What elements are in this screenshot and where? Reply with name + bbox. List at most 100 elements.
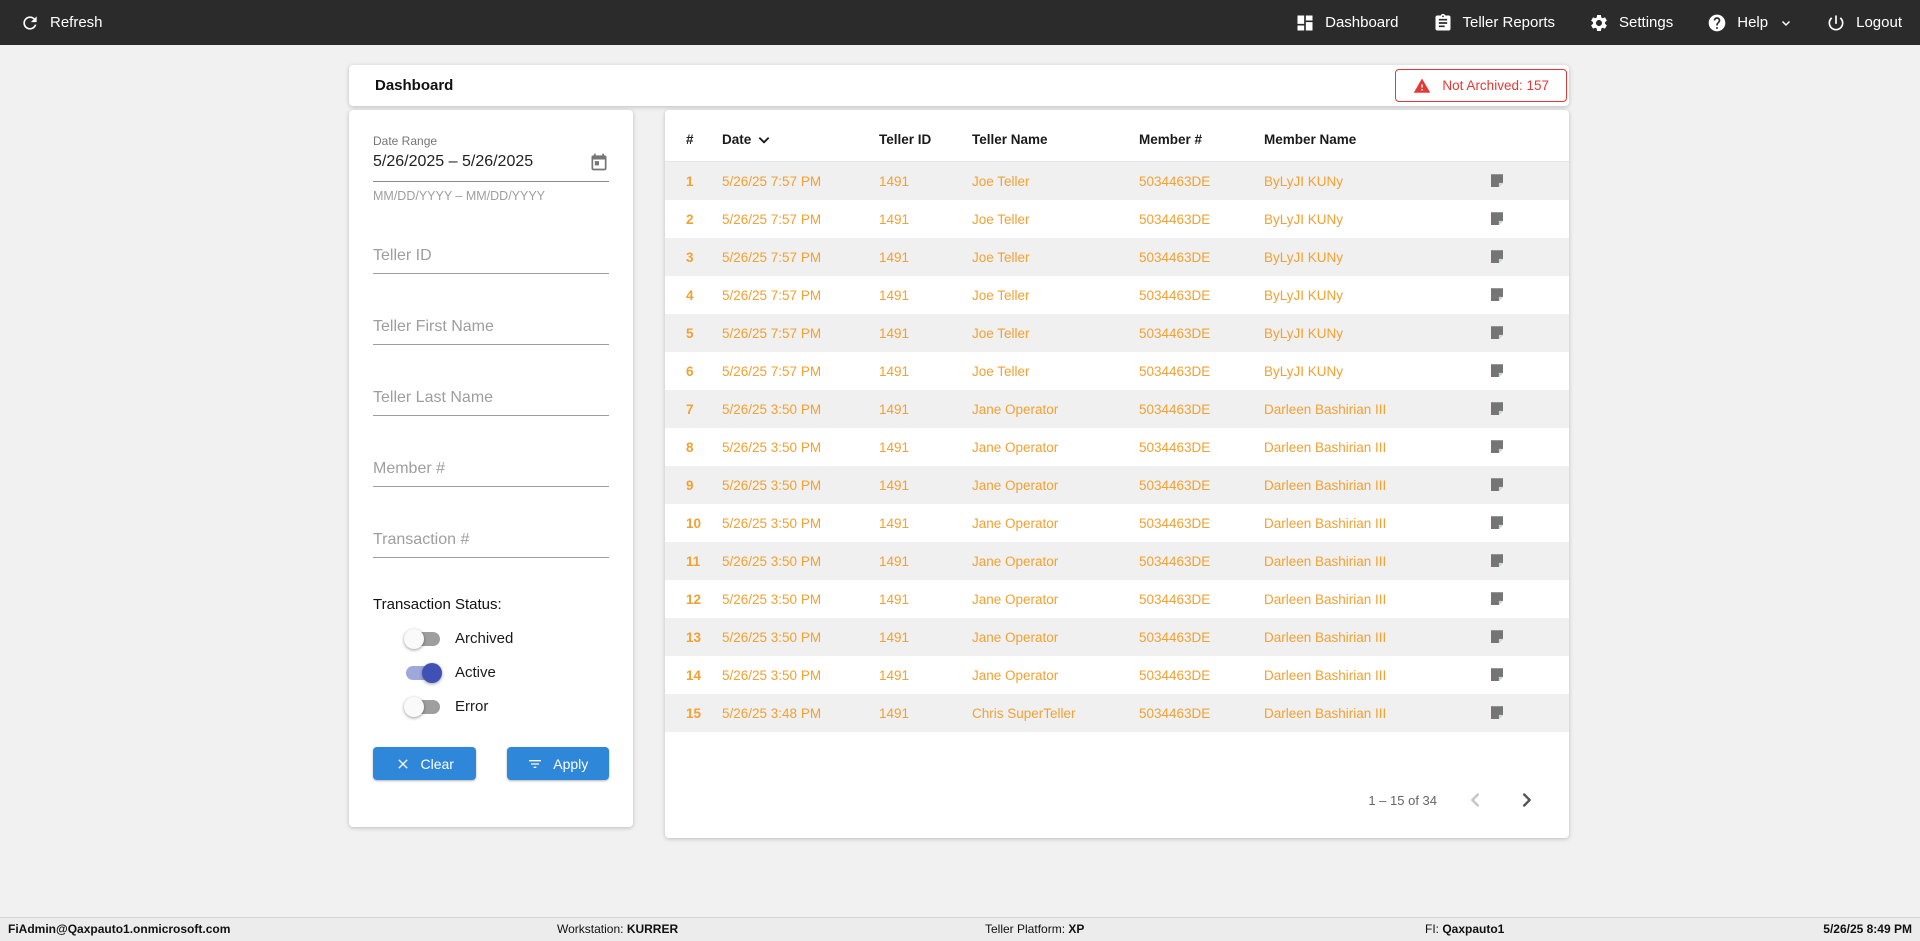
row-member-name: Darleen Bashirian III: [1264, 553, 1387, 569]
table-row[interactable]: 14 5/26/25 3:50 PM 1491 Jane Operator 50…: [665, 656, 1569, 694]
clear-button[interactable]: Clear: [373, 747, 476, 780]
table-row[interactable]: 10 5/26/25 3:50 PM 1491 Jane Operator 50…: [665, 504, 1569, 542]
transaction-status-label: Transaction Status:: [373, 596, 502, 613]
row-teller-name: Jane Operator: [972, 401, 1059, 417]
active-switch[interactable]: [406, 662, 442, 683]
note-icon[interactable]: [1488, 362, 1506, 380]
table-row[interactable]: 5 5/26/25 7:57 PM 1491 Joe Teller 503446…: [665, 314, 1569, 352]
error-switch[interactable]: [404, 696, 440, 717]
row-teller-name: Jane Operator: [972, 553, 1059, 569]
row-teller-id: 1491: [879, 515, 910, 531]
row-member-number: 5034463DE: [1139, 553, 1211, 569]
transaction-number-input[interactable]: [373, 527, 609, 558]
note-icon[interactable]: [1488, 514, 1506, 532]
table-row[interactable]: 6 5/26/25 7:57 PM 1491 Joe Teller 503446…: [665, 352, 1569, 390]
row-member-name: ByLyJI KUNy: [1264, 249, 1344, 265]
row-member-name: Darleen Bashirian III: [1264, 705, 1387, 721]
table-row[interactable]: 7 5/26/25 3:50 PM 1491 Jane Operator 503…: [665, 390, 1569, 428]
note-icon[interactable]: [1488, 438, 1506, 456]
nav-help[interactable]: Help: [1707, 13, 1792, 33]
archived-label: Archived: [455, 630, 514, 647]
apply-button[interactable]: Apply: [506, 747, 609, 780]
row-teller-name: Joe Teller: [972, 325, 1030, 341]
teller-last-name-input[interactable]: [373, 385, 609, 416]
nav-logout[interactable]: Logout: [1826, 13, 1902, 33]
note-icon[interactable]: [1488, 552, 1506, 570]
table-row[interactable]: 11 5/26/25 3:50 PM 1491 Jane Operator 50…: [665, 542, 1569, 580]
gear-icon: [1591, 14, 1607, 31]
note-icon[interactable]: [1488, 210, 1506, 228]
nav-teller-reports[interactable]: Teller Reports: [1433, 13, 1556, 33]
archived-switch[interactable]: [404, 628, 440, 649]
row-teller-id: 1491: [879, 211, 910, 227]
row-date: 5/26/25 7:57 PM: [722, 173, 822, 189]
row-member-name: Darleen Bashirian III: [1264, 515, 1387, 531]
row-member-number: 5034463DE: [1139, 591, 1211, 607]
note-icon[interactable]: [1488, 286, 1506, 304]
row-member-number: 5034463DE: [1139, 401, 1211, 417]
table-row[interactable]: 12 5/26/25 3:50 PM 1491 Jane Operator 50…: [665, 580, 1569, 618]
table-row[interactable]: 8 5/26/25 3:50 PM 1491 Jane Operator 503…: [665, 428, 1569, 466]
row-member-name: ByLyJI KUNy: [1264, 211, 1344, 227]
close-icon: [397, 758, 408, 769]
col-header-teller-id: Teller ID: [879, 132, 932, 147]
help-icon: [1708, 14, 1726, 31]
teller-id-input[interactable]: [373, 243, 609, 274]
note-icon[interactable]: [1488, 400, 1506, 418]
nav-teller-reports-label: Teller Reports: [1462, 14, 1556, 31]
row-teller-name: Joe Teller: [972, 211, 1030, 227]
note-icon[interactable]: [1488, 666, 1506, 684]
note-icon[interactable]: [1488, 248, 1506, 266]
row-number: 12: [686, 591, 702, 607]
nav-dashboard[interactable]: Dashboard: [1295, 13, 1399, 33]
teller-first-name-input[interactable]: [373, 314, 609, 345]
row-date: 5/26/25 7:57 PM: [722, 211, 822, 227]
date-range-field[interactable]: 5/26/2025 – 5/26/2025: [373, 152, 609, 182]
table-row[interactable]: 1 5/26/25 7:57 PM 1491 Joe Teller 503446…: [665, 162, 1569, 200]
row-teller-name: Jane Operator: [972, 667, 1059, 683]
member-number-input[interactable]: [373, 456, 609, 487]
row-teller-id: 1491: [879, 363, 910, 379]
row-date: 5/26/25 3:50 PM: [722, 477, 822, 493]
date-range-value: 5/26/2025 – 5/26/2025: [373, 153, 534, 170]
filter-buttons: Clear Apply: [373, 747, 609, 780]
row-teller-name: Joe Teller: [972, 249, 1030, 265]
clipboard-icon: [1435, 13, 1450, 31]
row-date: 5/26/25 7:57 PM: [722, 249, 822, 265]
main-content: Dashboard Not Archived: 157 Date Range 5…: [0, 45, 1920, 917]
toggle-error[interactable]: Error: [404, 696, 609, 717]
sort-desc-icon: [759, 136, 770, 143]
note-icon[interactable]: [1488, 590, 1506, 608]
table-row[interactable]: 4 5/26/25 7:57 PM 1491 Joe Teller 503446…: [665, 276, 1569, 314]
row-number: 13: [686, 629, 702, 645]
row-member-number: 5034463DE: [1139, 629, 1211, 645]
row-teller-id: 1491: [879, 591, 910, 607]
note-icon[interactable]: [1488, 628, 1506, 646]
row-teller-id: 1491: [879, 249, 910, 265]
table-row[interactable]: 2 5/26/25 7:57 PM 1491 Joe Teller 503446…: [665, 200, 1569, 238]
calendar-icon[interactable]: [589, 152, 609, 172]
col-header-member-number: Member #: [1139, 132, 1203, 147]
row-teller-id: 1491: [879, 439, 910, 455]
chevron-right-icon[interactable]: [1515, 789, 1537, 811]
nav-settings-label: Settings: [1619, 14, 1674, 31]
table-row[interactable]: 3 5/26/25 7:57 PM 1491 Joe Teller 503446…: [665, 238, 1569, 276]
col-header-date[interactable]: Date: [722, 132, 879, 147]
toggle-archived[interactable]: Archived: [404, 628, 609, 649]
table-header-row: # Date Teller ID Teller Name Member # Me…: [665, 110, 1569, 162]
note-icon[interactable]: [1488, 324, 1506, 342]
refresh-button[interactable]: Refresh: [20, 13, 103, 33]
note-icon[interactable]: [1488, 172, 1506, 190]
toggle-active[interactable]: Active: [406, 662, 609, 683]
nav-settings[interactable]: Settings: [1589, 13, 1673, 33]
not-archived-badge[interactable]: Not Archived: 157: [1395, 69, 1567, 102]
table-row[interactable]: 15 5/26/25 3:48 PM 1491 Chris SuperTelle…: [665, 694, 1569, 732]
row-date: 5/26/25 7:57 PM: [722, 325, 822, 341]
status-fi: FI: Qaxpauto1: [1425, 922, 1505, 936]
note-icon[interactable]: [1488, 476, 1506, 494]
col-header-number: #: [686, 132, 694, 147]
note-icon[interactable]: [1488, 704, 1506, 722]
table-row[interactable]: 13 5/26/25 3:50 PM 1491 Jane Operator 50…: [665, 618, 1569, 656]
chevron-left-icon[interactable]: [1465, 789, 1487, 811]
table-row[interactable]: 9 5/26/25 3:50 PM 1491 Jane Operator 503…: [665, 466, 1569, 504]
